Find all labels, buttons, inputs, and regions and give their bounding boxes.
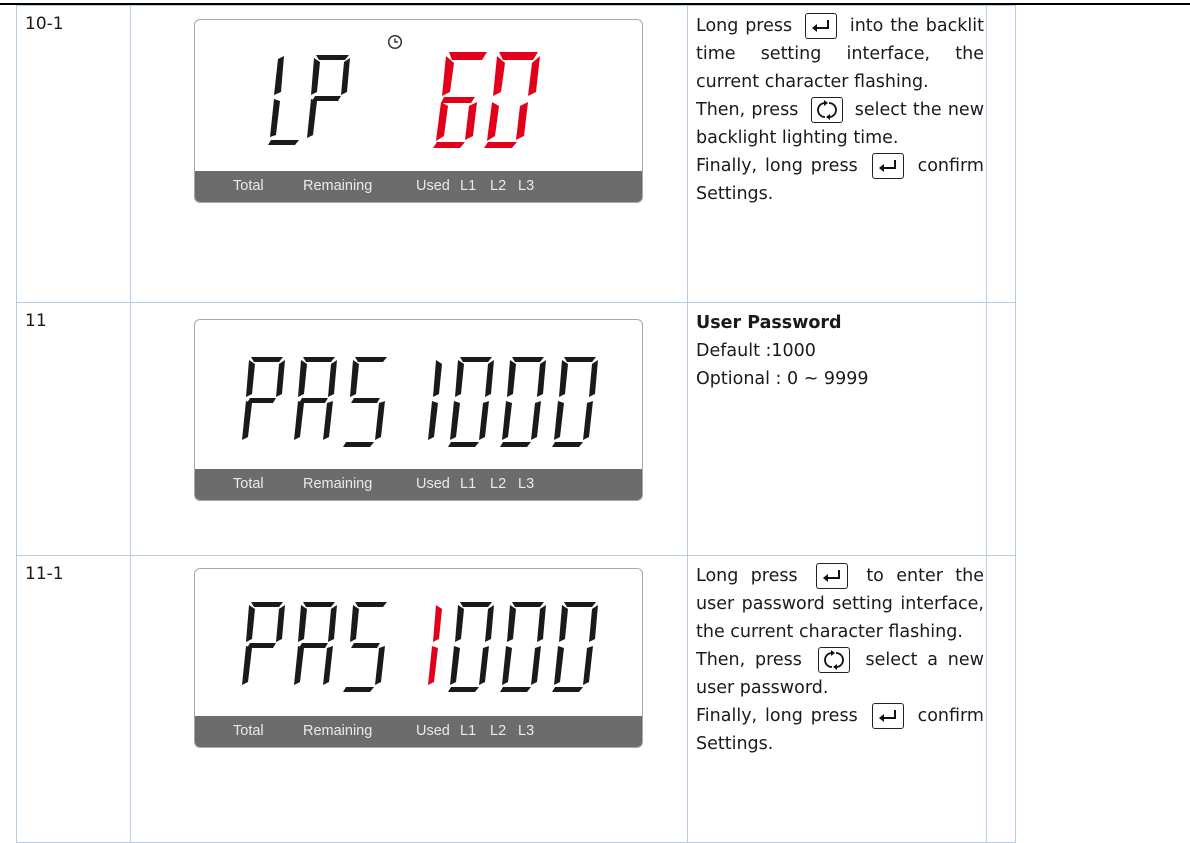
padding-cell bbox=[986, 5, 1016, 303]
row-id: 11 bbox=[16, 302, 131, 556]
lcd-label-l1: L1 bbox=[460, 178, 477, 194]
lcd-cell: Total Remaining Used L1 L2 L3 bbox=[130, 302, 688, 556]
lcd-label-l2: L2 bbox=[490, 476, 507, 492]
table-row: 10-1 Total Remaining Used L1 L2 L3 Long … bbox=[16, 5, 1016, 303]
cycle-key-icon bbox=[810, 97, 843, 123]
lcd-digits bbox=[242, 357, 598, 447]
segment-1000 bbox=[428, 357, 598, 447]
lcd-label-bar: Total Remaining Used L1 L2 L3 bbox=[195, 469, 642, 500]
lcd-display: Total Remaining Used L1 L2 L3 bbox=[194, 319, 643, 501]
lcd-label-total: Total bbox=[233, 476, 264, 492]
lcd-label-used: Used bbox=[416, 476, 450, 492]
optional-range: Optional : 0 ~ 9999 bbox=[696, 369, 869, 389]
lcd-display: Total Remaining Used L1 L2 L3 bbox=[194, 568, 643, 748]
segment-P bbox=[307, 55, 350, 138]
table-row: 11-1 Total Remaining Used L1 L2 L3 Long … bbox=[16, 555, 1016, 843]
lcd-cell: Total Remaining Used L1 L2 L3 bbox=[130, 5, 688, 303]
lcd-label-bar: Total Remaining Used L1 L2 L3 bbox=[195, 171, 642, 202]
desc-text: Long press bbox=[696, 16, 793, 36]
padding-cell bbox=[986, 302, 1016, 556]
lcd-cell: Total Remaining Used L1 L2 L3 bbox=[130, 555, 688, 843]
table-row: 11 Total Remaining Used L1 L2 L3 User Pa… bbox=[16, 302, 1016, 556]
section-title: User Password bbox=[696, 313, 842, 333]
desc-text: Finally, long press bbox=[696, 706, 858, 726]
description-cell: User Password Default :1000 Optional : 0… bbox=[687, 302, 987, 556]
desc-text: Then, press bbox=[696, 100, 799, 120]
lcd-label-remaining: Remaining bbox=[303, 178, 373, 194]
lcd-label-l3: L3 bbox=[518, 178, 535, 194]
lcd-label-l1: L1 bbox=[460, 476, 477, 492]
row-id: 10-1 bbox=[16, 5, 131, 303]
settings-table: 10-1 Total Remaining Used L1 L2 L3 Long … bbox=[16, 5, 1016, 843]
desc-text: Finally, long press bbox=[696, 156, 858, 176]
desc-text: Long press bbox=[696, 566, 798, 586]
segment-1-flashing bbox=[428, 605, 442, 685]
segment-0 bbox=[484, 52, 540, 148]
description-cell: Long press to enter the user password se… bbox=[687, 555, 987, 843]
segment-PAS bbox=[242, 357, 387, 447]
lcd-digits bbox=[268, 52, 540, 148]
padding-cell bbox=[986, 555, 1016, 843]
desc-text: Then, press bbox=[696, 650, 802, 670]
segment-L bbox=[268, 56, 299, 145]
lcd-display: Total Remaining Used L1 L2 L3 bbox=[194, 19, 643, 203]
lcd-label-l3: L3 bbox=[518, 723, 535, 739]
lcd-label-bar: Total Remaining Used L1 L2 L3 bbox=[195, 716, 642, 747]
enter-key-icon bbox=[815, 563, 848, 589]
lcd-label-used: Used bbox=[416, 178, 450, 194]
lcd-label-total: Total bbox=[233, 178, 264, 194]
row-id: 11-1 bbox=[16, 555, 131, 843]
segment-PAS bbox=[242, 602, 387, 692]
lcd-label-remaining: Remaining bbox=[303, 476, 373, 492]
segment-000 bbox=[448, 602, 598, 692]
lcd-label-l3: L3 bbox=[518, 476, 535, 492]
enter-key-icon bbox=[871, 153, 904, 179]
enter-key-icon bbox=[871, 703, 904, 729]
lcd-label-l2: L2 bbox=[490, 178, 507, 194]
description-cell: Long press into the backlit time setting… bbox=[687, 5, 987, 303]
enter-key-icon bbox=[804, 13, 837, 39]
lcd-label-remaining: Remaining bbox=[303, 723, 373, 739]
lcd-label-used: Used bbox=[416, 723, 450, 739]
lcd-label-total: Total bbox=[233, 723, 264, 739]
lcd-label-l1: L1 bbox=[460, 723, 477, 739]
cycle-key-icon bbox=[817, 647, 850, 673]
lcd-digits bbox=[242, 602, 598, 692]
lcd-label-l2: L2 bbox=[490, 723, 507, 739]
segment-6 bbox=[433, 52, 487, 148]
default-value: Default :1000 bbox=[696, 341, 816, 361]
